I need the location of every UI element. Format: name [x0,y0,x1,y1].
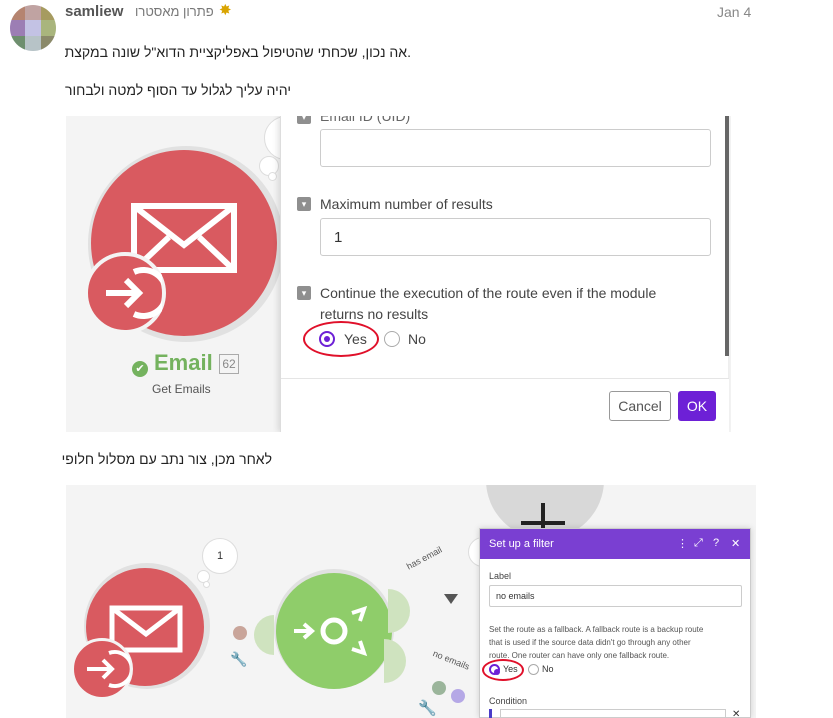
collapse-chevron-icon[interactable]: ▾ [297,116,311,124]
more-icon[interactable]: ⋮ [677,537,688,550]
arrow-in-circle-icon [106,267,170,319]
close-icon[interactable]: ✕ [731,537,740,550]
collapse-chevron-icon[interactable]: ▾ [297,286,311,300]
trigger-subicon [84,252,170,334]
fallback-text-3: route. One router can have only one fall… [489,651,670,660]
fallback-text-2: that is used if the source data didn't g… [489,638,691,647]
avatar-cell [40,35,56,51]
route-connector [388,589,410,633]
field-label-continue-2: returns no results [320,306,429,322]
wrench-icon[interactable]: 🔧 [230,651,247,668]
max-results-input[interactable]: 1 [320,218,711,256]
radio-no-label: No [408,331,426,347]
module-subtitle: Get Emails [152,382,211,396]
condition-input[interactable] [500,709,726,718]
cancel-button[interactable]: Cancel [609,391,671,421]
avatar-cell [40,5,56,21]
route-label-has-email[interactable]: has email [405,545,444,572]
field-label-max-results: Maximum number of results [320,196,493,212]
module-number: 62 [219,354,239,374]
route-label-no-emails[interactable]: no emails [432,648,471,672]
star-badge-icon: ✸ [219,2,232,19]
connector-dot [432,681,446,695]
avatar-cell [25,20,41,36]
collapse-chevron-icon[interactable]: ▾ [297,197,311,211]
radio-yes-label: Yes [344,331,367,347]
module-name: Email [154,350,213,375]
radio-no[interactable] [384,331,400,347]
label-input[interactable]: no emails [489,585,742,607]
operations-count-bubble: 1 [202,538,238,574]
post-date[interactable]: Jan 4 [717,4,751,20]
filter-dialog-title: Set up a filter [489,538,554,550]
connector-half [254,615,274,655]
radio-yes[interactable] [489,664,500,675]
check-icon: ✔ [132,361,148,377]
label-field-label: Label [489,571,512,581]
radio-yes[interactable] [319,331,335,347]
avatar-cell [10,35,26,51]
condition-marker [489,709,492,718]
post-text-line-2: יהיה עליך לגלול עד הסוף למטה ולבחור [64,82,291,98]
avatar[interactable] [10,5,56,51]
help-icon[interactable]: ? [713,537,719,549]
username-link[interactable]: samliew [65,3,123,20]
uid-input[interactable] [320,129,711,167]
avatar-cell [25,35,41,51]
decor-bubble [268,172,277,181]
filter-funnel-icon[interactable] [444,594,458,604]
field-label-continue: Continue the execution of the route even… [320,285,657,301]
radio-no-label: No [542,664,554,674]
post-text-line-1: .אה נכון, שכחתי שהטיפול באפליקציית הדוא"… [64,44,411,60]
condition-label: Condition [489,696,528,706]
user-title: פתרון מאסטרו [135,4,214,19]
post-text-line-3: לאחר מכן, צור נתב עם מסלול חלופי [61,451,272,467]
ok-button[interactable]: OK [678,391,716,421]
fallback-text-1: Set the route as a fallback. A fallback … [489,625,704,634]
avatar-cell [25,5,41,21]
filter-dialog: Set up a filter ⋮ ⤢ ? ✕ Label no emails … [479,528,751,718]
decor-bubble [203,581,210,588]
avatar-cell [10,20,26,36]
connector-dot [233,626,247,640]
arrow-in-circle-icon [87,650,134,688]
screenshot-email-module[interactable]: ✔ Email 62 Get Emails ▾ Email ID (UID) ▾… [66,116,731,432]
filter-dialog-header: Set up a filter ⋮ ⤢ ? ✕ [480,529,750,559]
radio-yes-label: Yes [503,664,518,674]
module-settings-dialog: ▾ Email ID (UID) ▾ Maximum number of res… [280,116,729,432]
plus-icon-bar [521,521,565,525]
field-label-uid: Email ID (UID) [320,116,411,124]
router-icon [294,605,368,657]
trigger-subicon [71,638,134,700]
screenshot-router-filter[interactable]: 1 🔧 has email no emails 🔧 Set up a filte… [66,485,756,718]
avatar-cell [40,20,56,36]
scrollbar[interactable] [725,116,729,356]
avatar-cell [10,5,26,21]
route-connector [384,639,406,683]
wrench-icon[interactable]: 🔧 [418,699,437,717]
radio-no[interactable] [528,664,539,675]
remove-condition-icon[interactable]: ✕ [732,709,740,718]
expand-icon[interactable]: ⤢ [694,537,703,550]
red-highlight-ring [303,321,379,357]
connector-dot [451,689,465,703]
